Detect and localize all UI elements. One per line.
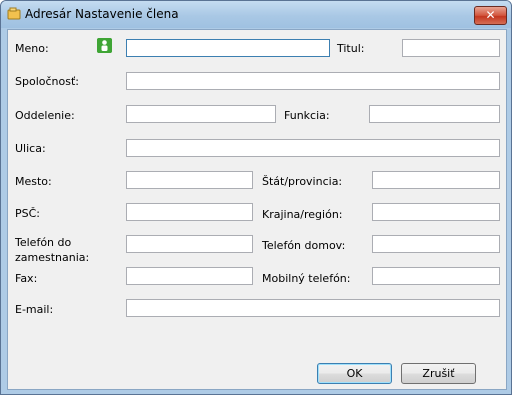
title-bar: Adresár Nastavenie člena ✕ bbox=[1, 1, 511, 28]
spolocnost-label: Spoločnosť: bbox=[15, 75, 79, 88]
cancel-button[interactable]: Zrušiť bbox=[401, 363, 476, 384]
psc-label: PSČ: bbox=[15, 207, 41, 220]
oddelenie-input[interactable] bbox=[126, 105, 276, 123]
titul-input[interactable] bbox=[402, 39, 500, 57]
mesto-label: Mesto: bbox=[15, 175, 52, 188]
psc-input[interactable] bbox=[126, 203, 253, 221]
address-book-icon bbox=[7, 7, 21, 20]
telefon-domov-input[interactable] bbox=[372, 235, 500, 253]
mobil-input[interactable] bbox=[372, 267, 500, 285]
krajina-label: Krajina/región: bbox=[262, 208, 343, 221]
dialog-body: Meno: Titul: Spoločnosť: Oddelenie: Funk… bbox=[7, 29, 507, 390]
krajina-input[interactable] bbox=[372, 203, 500, 221]
close-button[interactable]: ✕ bbox=[474, 6, 507, 25]
funkcia-input[interactable] bbox=[369, 105, 500, 123]
ulica-label: Ulica: bbox=[15, 142, 46, 155]
oddelenie-label: Oddelenie: bbox=[15, 109, 75, 122]
email-label: E-mail: bbox=[15, 303, 54, 316]
telefon-zamestnania-input[interactable] bbox=[126, 235, 253, 253]
funkcia-label: Funkcia: bbox=[284, 109, 330, 122]
telefon-domov-label: Telefón domov: bbox=[262, 239, 346, 252]
fax-label: Fax: bbox=[15, 272, 38, 285]
spolocnost-input[interactable] bbox=[126, 72, 500, 90]
stat-input[interactable] bbox=[372, 171, 500, 189]
telefon-zamestnania-label: Telefón do zamestnania: bbox=[15, 236, 90, 264]
email-input[interactable] bbox=[126, 299, 500, 317]
mesto-input[interactable] bbox=[126, 171, 253, 189]
dialog-window: Adresár Nastavenie člena ✕ Meno: Titul: … bbox=[0, 0, 512, 395]
meno-label: Meno: bbox=[15, 42, 49, 55]
stat-label: Štát/provincia: bbox=[262, 175, 343, 188]
meno-input[interactable] bbox=[126, 39, 330, 57]
mobil-label: Mobilný telefón: bbox=[262, 272, 351, 285]
titul-label: Titul: bbox=[337, 42, 365, 55]
person-icon[interactable] bbox=[97, 38, 112, 53]
fax-input[interactable] bbox=[126, 267, 253, 285]
ulica-input[interactable] bbox=[126, 139, 500, 157]
window-title: Adresár Nastavenie člena bbox=[25, 7, 179, 21]
ok-button[interactable]: OK bbox=[317, 363, 392, 384]
